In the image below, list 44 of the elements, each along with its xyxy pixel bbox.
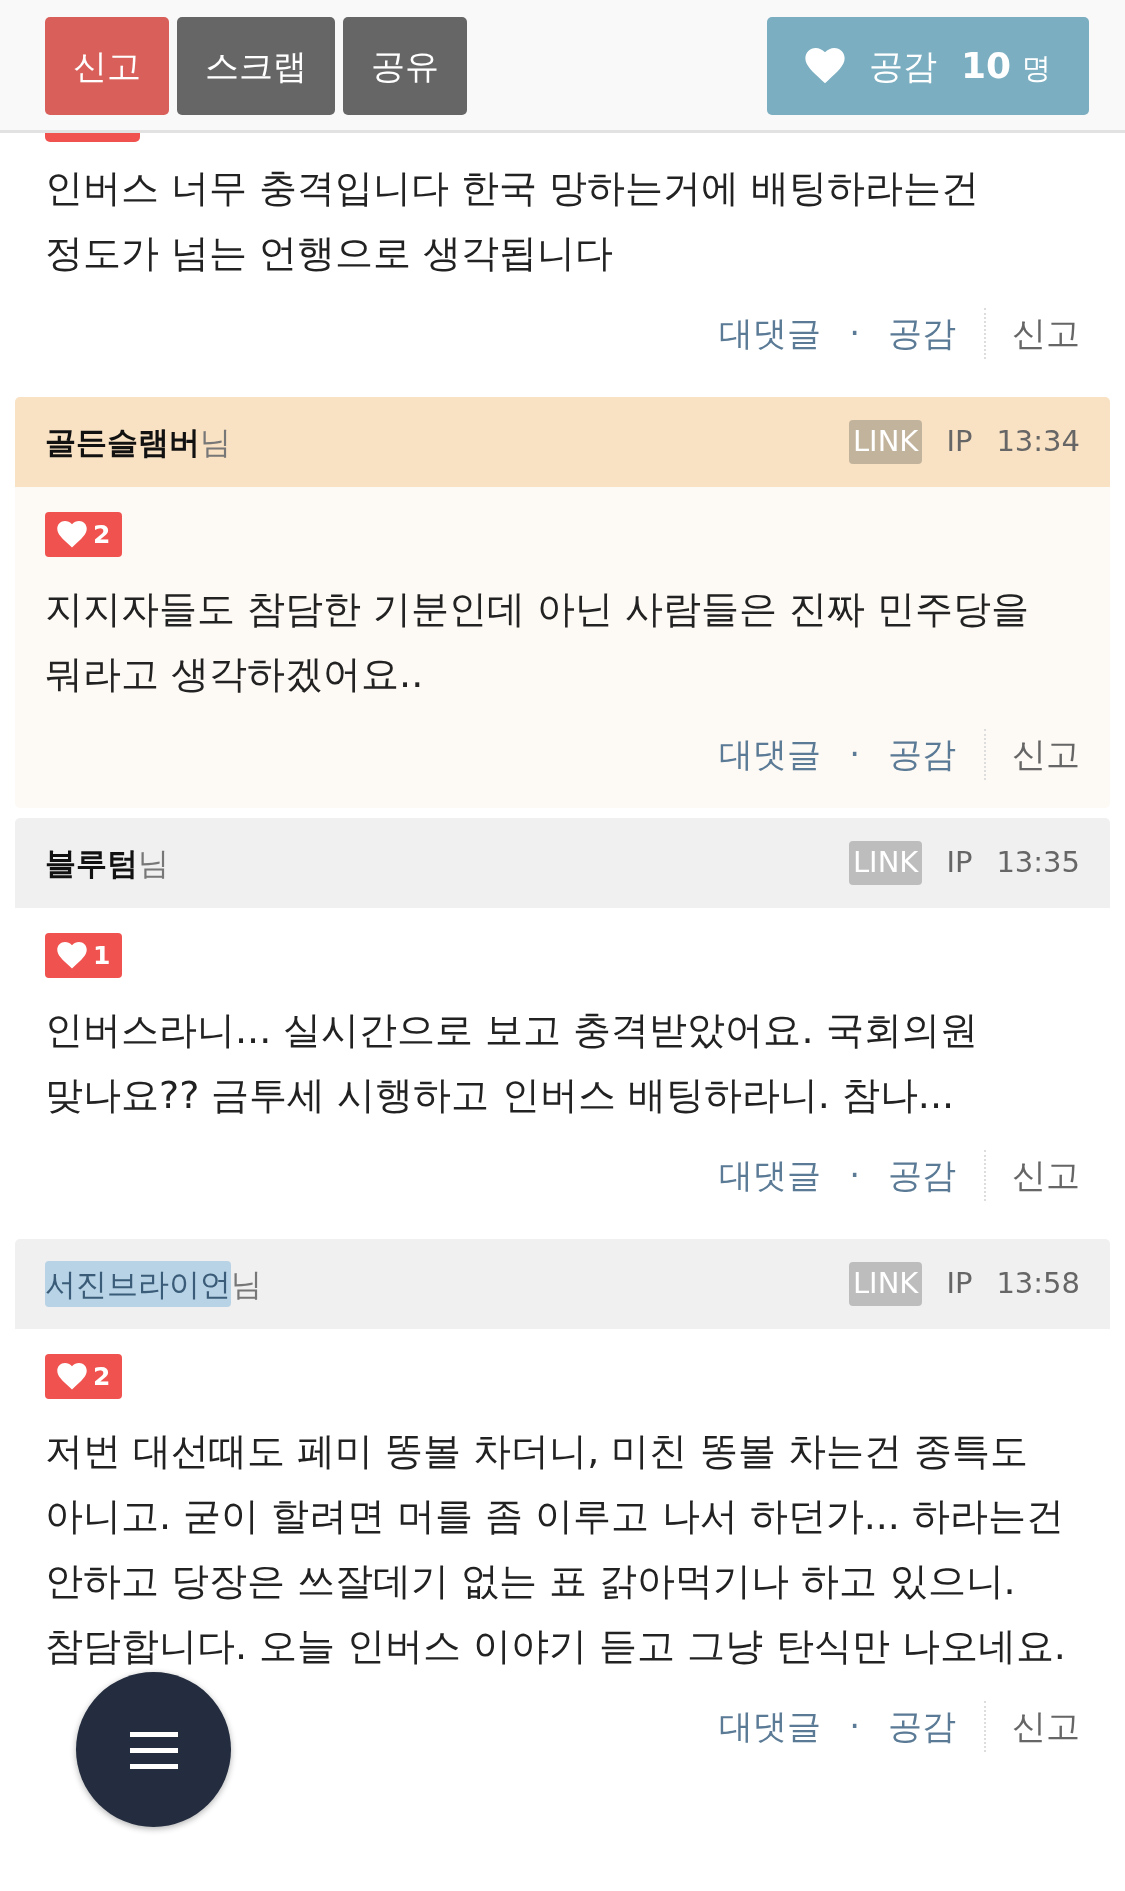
report-link[interactable]: 신고	[984, 729, 1080, 780]
like-link[interactable]: 공감	[888, 1150, 956, 1201]
like-button[interactable]: 공감 10 명	[767, 17, 1089, 115]
author-suffix: 님	[231, 1264, 262, 1304]
menu-icon	[129, 1729, 178, 1770]
ip-label: IP	[946, 844, 973, 882]
like-count-badge: 2	[45, 512, 123, 557]
report-link[interactable]: 신고	[984, 1701, 1080, 1752]
ip-label: IP	[946, 1265, 973, 1303]
toolbar-button[interactable]: 신고	[45, 17, 169, 115]
like-link[interactable]: 공감	[888, 1701, 956, 1752]
author-name[interactable]: 골든슬램버	[45, 418, 200, 466]
report-link[interactable]: 신고	[984, 1150, 1080, 1201]
author-name[interactable]: 블루텀	[45, 839, 138, 887]
comment-time: 13:34	[996, 423, 1080, 461]
separator-dot: ·	[849, 1705, 860, 1748]
separator-dot: ·	[849, 1154, 860, 1197]
toolbar-button[interactable]: 스크랩	[177, 17, 335, 115]
author-name[interactable]: 서진브라이언	[45, 1260, 231, 1308]
separator-dot: ·	[849, 312, 860, 355]
heart-icon	[57, 1363, 87, 1390]
separator-dot: ·	[849, 733, 860, 776]
like-count-badge: 1	[45, 933, 123, 978]
report-link[interactable]: 신고	[984, 308, 1080, 359]
reply-link[interactable]: 대댓글	[719, 1701, 822, 1752]
author-suffix: 님	[138, 843, 169, 883]
heart-icon	[57, 521, 87, 548]
toolbar-button[interactable]: 공유	[343, 17, 467, 115]
comment-time: 13:35	[996, 844, 1080, 882]
ip-label: IP	[946, 423, 973, 461]
heart-icon	[57, 942, 87, 969]
heart-icon	[805, 48, 846, 84]
reply-link[interactable]: 대댓글	[719, 308, 822, 359]
like-link[interactable]: 공감	[888, 729, 956, 780]
comment-text: 인버스라니... 실시간으로 보고 충격받았어요. 국회의원 맞나요?? 금투세 시행하고 인버스 배팅하라니. 참나...	[45, 1007, 979, 1119]
like-link[interactable]: 공감	[888, 308, 956, 359]
comment-text: 저번 대선때도 페미 똥볼 차더니, 미친 똥볼 차는건 종특도 아니고. 굳이 할려면 머를 좀 이루고 나서 하던가... 하라는건 안하고 당장은 쓰잘데기 없는 표 갉아먹기나 하고 있으니. 참담합니다. 오늘 인버스 이야기 듣고 그냥 탄식만 나오네요.	[45, 1428, 1067, 1670]
reply-link[interactable]: 대댓글	[719, 729, 822, 780]
reply-link[interactable]: 대댓글	[719, 1150, 822, 1201]
author-suffix: 님	[200, 422, 231, 462]
comment-text: 인버스 너무 충격입니다 한국 망하는거에 배팅하라는건 정도가 넘는 언행으로 생각됩니다	[45, 165, 981, 277]
comment-time: 13:58	[996, 1265, 1080, 1303]
like-count-badge: 2	[45, 1354, 123, 1399]
comment-text: 지지자들도 참담한 기분인데 아닌 사람들은 진짜 민주당을 뭐라고 생각하겠어요..	[45, 586, 1031, 698]
